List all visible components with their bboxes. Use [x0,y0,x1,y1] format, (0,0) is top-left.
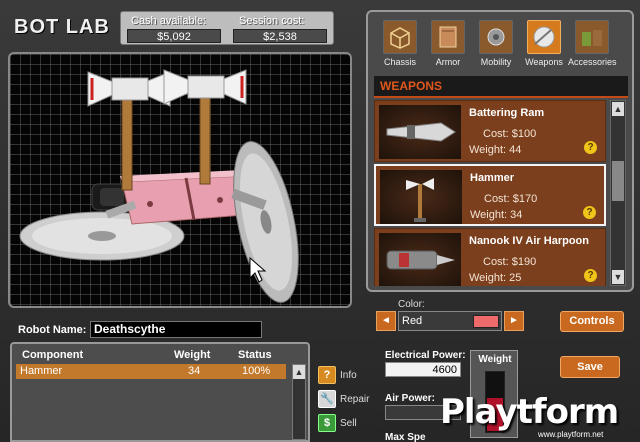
weapon-cost: Cost: $190 [483,256,537,268]
weapon-card-air-harpoon[interactable]: Nanook IV Air Harpoon Cost: $190 Weight:… [374,228,606,286]
color-field: Red [398,311,502,331]
component-table-scrollbar[interactable]: ▲ [292,364,306,440]
bot-lab-screen: BOT LAB Cash available: Session cost: $5… [0,0,640,442]
accessories-icon [575,20,609,54]
column-header-weight: Weight [174,349,211,361]
weapon-name: Nanook IV Air Harpoon [469,235,589,247]
category-weapons[interactable]: Weapons [520,20,568,67]
weapon-cost: Cost: $100 [483,128,537,140]
scroll-thumb[interactable] [612,161,624,201]
repair-label: Repair [340,394,370,405]
help-icon[interactable]: ? [584,141,597,154]
weight-meter-label: Weight [478,354,512,365]
wrench-icon: 🔧 [318,390,336,408]
weapon-name: Battering Ram [469,107,545,119]
color-next-button[interactable]: ► [504,311,524,331]
weapon-list: Battering Ram Cost: $100 Weight: 44 ? Ha… [374,100,606,286]
robot-model [19,69,299,303]
row-status: 100% [242,365,271,377]
right-saw-blade [233,141,299,303]
robot-preview-viewport[interactable] [8,52,352,308]
air-harpoon-thumbnail [379,233,461,286]
weapons-icon [527,20,561,54]
category-armor[interactable]: Armor [424,20,472,67]
session-cost-value: $2,538 [233,29,327,43]
color-name: Red [402,315,423,327]
info-label: Info [340,370,357,381]
page-title: BOT LAB [14,16,110,38]
max-speed-label: Max Spe [385,432,426,442]
battering-ram-thumbnail [379,105,461,159]
help-icon[interactable]: ? [584,269,597,282]
hammer-thumbnail [380,170,462,224]
robot-name-label: Robot Name: [18,324,87,336]
controls-button[interactable]: Controls [560,311,624,332]
weapon-list-scrollbar[interactable]: ▲ ▼ [610,100,626,286]
category-label: Chassis [383,57,416,67]
category-label: Armor [435,57,461,67]
electrical-power-label: Electrical Power: [385,350,466,361]
chassis-icon [383,20,417,54]
component-table: Component Weight Status Hammer 34 100% ▲ [10,342,310,442]
category-chassis[interactable]: Chassis [376,20,424,67]
info-icon: ? [318,366,336,384]
weapon-weight: Weight: 44 [469,144,522,156]
dollar-icon: $ [318,414,336,432]
robot-name-area: Robot Name: Deathscythe [10,318,354,342]
weapons-title: WEAPONS [380,79,443,93]
color-label: Color: [398,299,425,310]
scroll-up-arrow[interactable]: ▲ [612,102,624,116]
color-picker: ◄ Red ► [376,311,528,331]
scroll-up-arrow[interactable]: ▲ [293,365,305,379]
color-swatch [473,315,499,328]
cash-value: $5,092 [127,29,221,43]
component-table-header: Component Weight Status [16,348,286,364]
mobility-icon [479,20,513,54]
category-mobility[interactable]: Mobility [472,20,520,67]
weapons-section-header: WEAPONS [374,76,628,98]
help-icon[interactable]: ? [583,206,596,219]
weapon-weight: Weight: 34 [470,209,523,221]
color-prev-button[interactable]: ◄ [376,311,396,331]
armor-icon [431,20,465,54]
category-accessories[interactable]: Accessories [568,20,617,67]
row-component: Hammer [20,365,63,377]
column-header-component: Component [22,349,84,361]
watermark-logo: Playtform [440,392,619,432]
sell-label: Sell [340,418,357,429]
info-button[interactable]: ? Info [318,366,378,386]
weapon-name: Hammer [470,172,515,184]
weapon-weight: Weight: 25 [469,272,522,284]
weapon-card-hammer[interactable]: Hammer Cost: $170 Weight: 34 ? [374,164,606,226]
category-label: Accessories [568,57,617,67]
category-label: Weapons [525,57,563,67]
save-button[interactable]: Save [560,356,620,378]
category-bar: Chassis Armor Mobility Weapons Accessori… [376,20,628,80]
category-label: Mobility [480,57,512,67]
watermark-url: www.playtform.net [538,430,604,439]
scroll-down-arrow[interactable]: ▼ [612,270,624,284]
table-row[interactable]: Hammer 34 100% [16,364,286,379]
air-power-label: Air Power: [385,393,436,404]
budget-panel: Cash available: Session cost: $5,092 $2,… [120,11,334,45]
sell-button[interactable]: $ Sell [318,414,378,434]
parts-panel: Chassis Armor Mobility Weapons Accessori… [366,10,634,292]
row-weight: 34 [188,365,201,377]
robot-name-input[interactable]: Deathscythe [90,321,262,338]
repair-button[interactable]: 🔧 Repair [318,390,378,410]
electrical-power-value: 4600 [385,362,461,377]
weapon-card-battering-ram[interactable]: Battering Ram Cost: $100 Weight: 44 ? [374,100,606,162]
weapon-cost: Cost: $170 [484,193,538,205]
session-cost-label: Session cost: [239,15,305,27]
column-header-status: Status [238,349,272,361]
cash-label: Cash available: [131,15,207,27]
